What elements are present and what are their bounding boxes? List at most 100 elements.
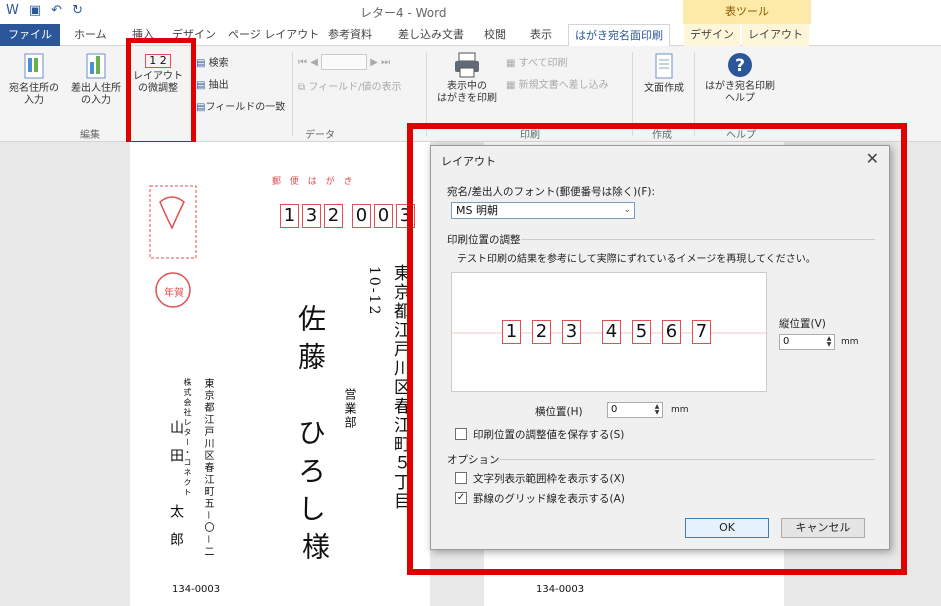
postcard-page[interactable]: 郵 便 は が き 1 3 2 0 0 3 年賀 東京都江戸川区春江町５丁目 1… [130,142,430,606]
title-bar: W ▣ ↶ ↻ レター4 - Word 表ツール [0,0,941,24]
sender-input-button[interactable]: 差出人住所 の入力 [66,52,126,107]
ok-button[interactable]: OK [685,518,769,538]
preview-digit: 2 [532,320,551,344]
tab-references[interactable]: 参考資料 [322,24,378,46]
window-title: レター4 - Word [360,6,447,20]
prev-record-icon: ◀ [310,57,318,68]
redo-icon[interactable]: ↻ [72,3,83,18]
save-position-checkbox[interactable] [455,428,467,440]
cancel-button[interactable]: キャンセル [781,518,865,538]
document-icon [655,53,673,79]
stamp-text: 年賀 [164,288,184,299]
svg-text:?: ? [735,56,745,76]
position-preview: 1 2 3 4 5 6 7 [451,272,768,392]
tab-view[interactable]: 表示 [524,24,558,46]
tab-review[interactable]: 校閲 [478,24,512,46]
postal-small-1: 134-0003 [172,584,221,595]
search-button[interactable]: ▤ 検索 [196,54,229,69]
preview-digit: 3 [562,320,581,344]
help-button[interactable]: ? はがき宛名印刷 ヘルプ [698,52,782,105]
chevron-down-icon: ⌄ [623,205,631,215]
preview-digit: 6 [662,320,681,344]
save-icon[interactable]: ▣ [29,3,41,18]
tab-page-layout[interactable]: ページ レイアウト [222,24,325,46]
position-description: テスト印刷の結果を参考にして実際にずれているイメージを再現してください。 [457,254,816,265]
tab-file[interactable]: ファイル [0,24,60,46]
group-data-label: データ [305,130,335,141]
tab-home[interactable]: ホーム [68,24,113,46]
preview-digit: 4 [602,320,621,344]
position-section-label: 印刷位置の調整 [447,234,521,246]
field-match-button[interactable]: ▤フィールドの一致 [196,98,285,113]
group-edit-label: 編集 [80,130,100,141]
save-position-label: 印刷位置の調整値を保存する(S) [473,429,625,441]
word-icon[interactable]: W [6,3,19,18]
print-all-button[interactable]: ▦ すべて印刷 [506,54,568,69]
tab-postcard-print[interactable]: はがき宛名面印刷 [568,24,670,47]
show-text-frame-label: 文字列表示範囲枠を表示する(X) [473,473,625,485]
divider [521,239,875,240]
search-icon: ▤ [196,58,206,69]
spinner-arrows-icon[interactable]: ▲ ▼ [653,404,661,416]
highlight-box-layout-button [126,38,196,146]
last-record-icon: ⏭ [381,57,391,68]
record-navigation[interactable]: ⏮ ◀ ▶ ⏭ [298,54,390,70]
font-label: 宛名/差出人のフォント(郵便番号は除く)(F): [447,186,655,198]
context-tab-group-title: 表ツール [683,0,811,24]
printer-icon [455,52,479,78]
postal-digit: 2 [324,204,343,228]
postal-header: 郵 便 は が き [272,177,356,187]
tab-table-layout[interactable]: レイアウト [742,24,809,46]
tab-table-design[interactable]: デザイン [684,24,740,46]
layout-dialog: レイアウト ✕ 宛名/差出人のフォント(郵便番号は除く)(F): MS 明朝 ⌄… [430,145,890,550]
divider [499,459,875,460]
next-record-icon: ▶ [370,57,378,68]
postal-small-2: 134-0003 [536,584,585,595]
addressee-input-button[interactable]: 宛名住所の 入力 [4,52,64,107]
font-select[interactable]: MS 明朝 ⌄ [451,202,635,219]
tab-mailings[interactable]: 差し込み文書 [392,24,470,46]
show-text-frame-checkbox[interactable] [455,472,467,484]
addressee-icon [24,53,44,79]
left-card-address: 東京都江戸川区春江町五－〇－二 [202,378,213,558]
quick-access-toolbar: W ▣ ↶ ↻ [6,3,83,18]
sender-icon [86,53,106,79]
dialog-title: レイアウト [441,155,496,168]
merge-icon: ▦ [506,80,516,91]
honorific: 様 [298,532,331,562]
undo-icon[interactable]: ↶ [51,3,62,18]
record-number-field[interactable] [321,54,368,70]
department: 営業部 [343,388,357,430]
field-display-icon: ⧉ [298,82,306,93]
vertical-unit: mm [841,337,859,347]
postal-digit: 3 [302,204,321,228]
postal-digit: 0 [374,204,393,228]
field-display-button[interactable]: ⧉ フィールド/値の表示 [298,78,402,93]
horizontal-label: 横位置(H) [535,406,583,418]
first-record-icon: ⏮ [298,57,307,68]
postal-digit: 1 [280,204,299,228]
ribbon-separator [292,52,293,136]
vertical-spinner[interactable]: 0 ▲ ▼ [779,334,835,350]
print-displayed-button[interactable]: 表示中の はがきを印刷 [432,52,502,105]
create-text-button[interactable]: 文面作成 [636,52,692,95]
horizontal-unit: mm [671,405,689,415]
close-icon[interactable]: ✕ [866,149,879,168]
recipient-name: 佐藤 ひろし [294,304,327,532]
show-grid-checkbox[interactable]: ✓ [455,492,467,504]
spinner-arrows-icon[interactable]: ▲ ▼ [825,336,833,348]
checkmark-icon: ✓ [456,492,466,503]
merge-new-doc-button[interactable]: ▦ 新規文書へ差し込み [506,76,609,91]
preview-digit: 5 [632,320,651,344]
vertical-label: 縦位置(V) [779,318,826,330]
address-number: 10-12 [366,266,382,317]
options-section-label: オプション [447,454,500,466]
show-grid-label: 罫線のグリッド線を表示する(A) [473,493,625,505]
horizontal-spinner[interactable]: 0 ▲ ▼ [607,402,663,418]
postal-digit: 0 [352,204,371,228]
preview-digit: 7 [692,320,711,344]
preview-digit: 1 [502,320,521,344]
left-card-company: 株式会社レター・コネクト [183,378,192,498]
extract-button[interactable]: ▤ 抽出 [196,76,229,91]
print-all-icon: ▦ [506,58,516,69]
